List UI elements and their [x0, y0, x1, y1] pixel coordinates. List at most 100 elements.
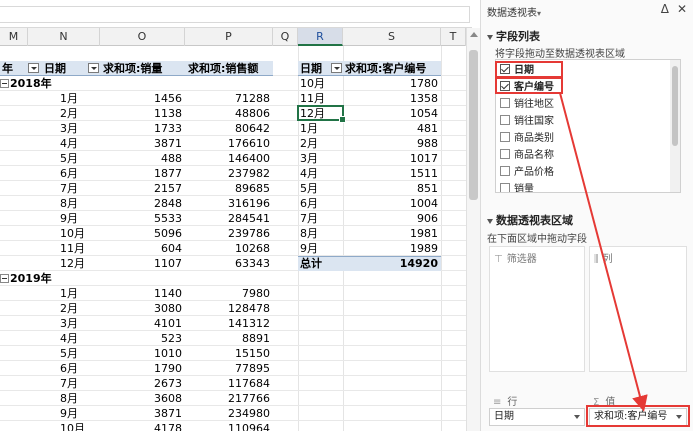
sales-value[interactable]: 80642: [185, 121, 273, 136]
sales-value[interactable]: 89685: [185, 181, 273, 196]
column-header-s[interactable]: S: [343, 28, 441, 46]
formula-bar[interactable]: [0, 0, 472, 28]
collapse-triangle-icon[interactable]: [487, 34, 493, 40]
date-filter-button[interactable]: [329, 61, 345, 76]
month-label[interactable]: 8月: [60, 391, 100, 406]
column-header-t[interactable]: T: [441, 28, 466, 46]
column-header-m[interactable]: M: [0, 28, 28, 46]
qty-value[interactable]: 1138: [100, 106, 185, 121]
sales-value[interactable]: 146400: [185, 151, 273, 166]
pivot1-header-date[interactable]: 日期: [44, 61, 88, 76]
field-item[interactable]: 产品价格: [500, 165, 554, 181]
sales-value[interactable]: 117684: [185, 376, 273, 391]
column-header-n[interactable]: N: [28, 28, 100, 46]
pivot2-customer-value[interactable]: 1511: [343, 166, 441, 181]
sales-value[interactable]: 284541: [185, 211, 273, 226]
column-header-o[interactable]: O: [100, 28, 185, 46]
filter-zone[interactable]: ⊤ 筛选器: [489, 246, 585, 372]
pivot2-customer-value[interactable]: 851: [343, 181, 441, 196]
sales-value[interactable]: 77895: [185, 361, 273, 376]
qty-value[interactable]: 3871: [100, 406, 185, 421]
vertical-scrollbar[interactable]: [466, 28, 480, 431]
panel-title[interactable]: 数据透视表▾: [487, 4, 541, 19]
date-filter-button[interactable]: [86, 61, 102, 76]
qty-value[interactable]: 2848: [100, 196, 185, 211]
active-cell-selection[interactable]: [297, 105, 346, 123]
sales-value[interactable]: 176610: [185, 136, 273, 151]
qty-value[interactable]: 4101: [100, 316, 185, 331]
month-label[interactable]: 2月: [60, 301, 100, 316]
sales-value[interactable]: 71288: [185, 91, 273, 106]
formula-input[interactable]: [0, 6, 470, 23]
pivot2-month-label[interactable]: 9月: [300, 241, 343, 256]
pivot2-month-label[interactable]: 3月: [300, 151, 343, 166]
month-label[interactable]: 11月: [60, 241, 100, 256]
field-item[interactable]: 销往国家: [500, 114, 554, 130]
close-icon[interactable]: ✕: [677, 2, 687, 16]
month-label[interactable]: 4月: [60, 331, 100, 346]
qty-value[interactable]: 2673: [100, 376, 185, 391]
pivot2-customer-value[interactable]: 1004: [343, 196, 441, 211]
pivot2-month-label[interactable]: 5月: [300, 181, 343, 196]
sales-value[interactable]: 141312: [185, 316, 273, 331]
field-list-section-title[interactable]: 字段列表: [487, 28, 540, 44]
scroll-thumb[interactable]: [469, 50, 478, 200]
pivot2-month-label[interactable]: 8月: [300, 226, 343, 241]
qty-value[interactable]: 488: [100, 151, 185, 166]
sales-value[interactable]: 110964: [185, 421, 273, 431]
sales-value[interactable]: 128478: [185, 301, 273, 316]
pivot2-header-date[interactable]: 日期: [300, 61, 328, 76]
row-field-dropdown[interactable]: 日期: [489, 408, 585, 426]
sales-value[interactable]: 48806: [185, 106, 273, 121]
pivot2-month-label[interactable]: 11月: [300, 91, 343, 106]
pivot2-month-label[interactable]: 4月: [300, 166, 343, 181]
sales-value[interactable]: 316196: [185, 196, 273, 211]
qty-value[interactable]: 3871: [100, 136, 185, 151]
qty-value[interactable]: 523: [100, 331, 185, 346]
checkbox-icon[interactable]: [500, 183, 510, 192]
month-label[interactable]: 1月: [60, 91, 100, 106]
panel-menu-caret-icon[interactable]: ▾: [537, 9, 541, 18]
filter-dropdown-icon[interactable]: [88, 63, 99, 73]
collapse-triangle-icon[interactable]: [487, 218, 493, 224]
pivot2-customer-value[interactable]: 1054: [343, 106, 441, 121]
pivot2-total-value[interactable]: 14920: [343, 256, 441, 271]
pivot2-customer-value[interactable]: 1981: [343, 226, 441, 241]
pivot-area-section-title[interactable]: 数据透视表区域: [487, 212, 573, 228]
column-zone[interactable]: ⫼ 列: [589, 246, 687, 372]
qty-value[interactable]: 5096: [100, 226, 185, 241]
pivot2-month-label[interactable]: 2月: [300, 136, 343, 151]
pivot2-customer-value[interactable]: 481: [343, 121, 441, 136]
checkbox-icon[interactable]: [500, 98, 510, 108]
pivot2-total-label[interactable]: 总计: [300, 256, 343, 271]
qty-value[interactable]: 1107: [100, 256, 185, 271]
column-header-r[interactable]: R: [298, 28, 343, 46]
field-item[interactable]: 商品类别: [500, 131, 554, 147]
month-label[interactable]: 6月: [60, 166, 100, 181]
pivot2-month-label[interactable]: 7月: [300, 211, 343, 226]
month-label[interactable]: 2月: [60, 106, 100, 121]
month-label[interactable]: 10月: [60, 226, 100, 241]
sales-value[interactable]: 8891: [185, 331, 273, 346]
pivot2-customer-value[interactable]: 1017: [343, 151, 441, 166]
checkbox-icon[interactable]: [500, 149, 510, 159]
sales-value[interactable]: 234980: [185, 406, 273, 421]
month-label[interactable]: 6月: [60, 361, 100, 376]
checkbox-icon[interactable]: [500, 132, 510, 142]
field-list-scrollbar[interactable]: [670, 60, 680, 192]
pivot1-header-year[interactable]: 年: [2, 61, 28, 76]
filter-dropdown-icon[interactable]: [28, 63, 39, 73]
column-header-p[interactable]: P: [185, 28, 273, 46]
qty-value[interactable]: 3080: [100, 301, 185, 316]
scroll-up-icon[interactable]: [470, 32, 478, 37]
year-group-label[interactable]: 2019年: [0, 271, 100, 286]
sales-value[interactable]: 15150: [185, 346, 273, 361]
field-item[interactable]: 销往地区: [500, 97, 554, 113]
month-label[interactable]: 5月: [60, 346, 100, 361]
pivot2-customer-value[interactable]: 988: [343, 136, 441, 151]
month-label[interactable]: 9月: [60, 406, 100, 421]
pin-icon[interactable]: ᐃ: [661, 2, 669, 16]
pivot2-month-label[interactable]: 1月: [300, 121, 343, 136]
sales-value[interactable]: 10268: [185, 241, 273, 256]
pivot1-header-qty[interactable]: 求和项:销量: [103, 61, 188, 76]
